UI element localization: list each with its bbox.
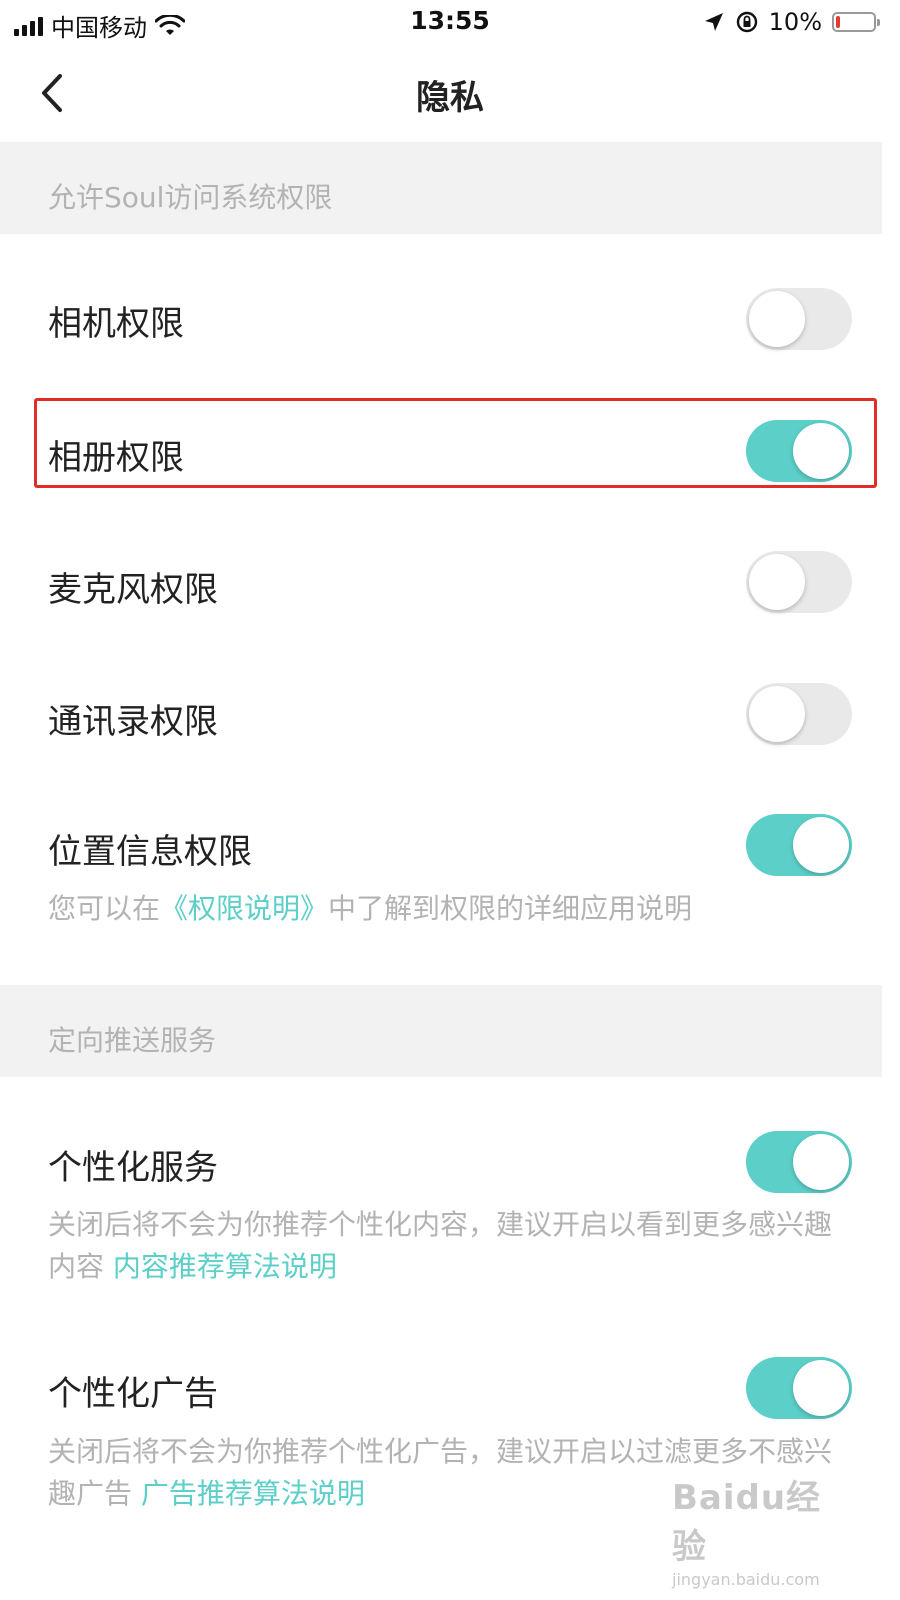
status-bar: 中国移动 13:55 10% <box>0 0 900 46</box>
status-right: 10% <box>703 8 880 36</box>
contacts-permission-toggle[interactable] <box>746 683 852 745</box>
camera-permission-row: 相机权限 <box>0 266 882 372</box>
personalized-service-desc: 关闭后将不会为你推荐个性化内容，建议开启以看到更多感兴趣内容 内容推荐算法说明 <box>48 1204 848 1288</box>
personalized-ads-toggle[interactable] <box>746 1357 852 1419</box>
microphone-permission-toggle[interactable] <box>746 551 852 613</box>
battery-icon <box>832 12 880 32</box>
section-header-label: 允许Soul访问系统权限 <box>48 181 333 214</box>
toggle-knob <box>793 1134 849 1190</box>
rotation-lock-icon <box>736 11 757 33</box>
contacts-permission-row: 通讯录权限 <box>0 662 882 768</box>
row-label: 麦克风权限 <box>48 570 218 610</box>
album-permission-toggle[interactable] <box>746 420 852 482</box>
row-label: 个性化广告 <box>48 1374 218 1414</box>
page-title: 隐私 <box>416 78 484 118</box>
ad-algorithm-link[interactable]: 广告推荐算法说明 <box>141 1477 365 1510</box>
row-label: 相册权限 <box>48 438 184 478</box>
toggle-knob <box>793 423 849 479</box>
row-label: 相机权限 <box>48 304 184 344</box>
album-permission-row: 相册权限 <box>0 398 882 504</box>
watermark: Baidu经验 jingyan.baidu.com <box>672 1470 852 1589</box>
toggle-knob <box>749 554 805 610</box>
watermark-sub: jingyan.baidu.com <box>672 1570 820 1589</box>
toggle-knob <box>749 291 805 347</box>
nav-bar: 隐私 <box>0 46 900 142</box>
personalized-ads-row: 个性化广告 <box>0 1336 882 1442</box>
permission-explanation-link[interactable]: 《权限说明》 <box>160 892 328 925</box>
location-arrow-icon <box>704 13 723 31</box>
watermark-main: Baidu经验 <box>672 1478 822 1567</box>
section-header-targeted-push: 定向推送服务 <box>0 985 882 1077</box>
camera-permission-toggle[interactable] <box>746 288 852 350</box>
personalized-service-row: 个性化服务 <box>0 1110 882 1216</box>
battery-percent: 10% <box>768 8 822 36</box>
location-permission-row: 位置信息权限 <box>0 792 882 898</box>
permission-note-suffix: 中了解到权限的详细应用说明 <box>328 892 693 925</box>
microphone-permission-row: 麦克风权限 <box>0 530 882 636</box>
section-header-label: 定向推送服务 <box>48 1024 217 1057</box>
row-label: 个性化服务 <box>48 1148 218 1188</box>
permission-note-prefix: 您可以在 <box>48 892 161 925</box>
section-header-system-permissions: 允许Soul访问系统权限 <box>0 142 882 234</box>
row-label: 位置信息权限 <box>48 832 252 872</box>
location-permission-toggle[interactable] <box>746 814 852 876</box>
toggle-knob <box>749 686 805 742</box>
row-label: 通讯录权限 <box>48 702 218 742</box>
toggle-knob <box>793 817 849 873</box>
personalized-service-toggle[interactable] <box>746 1131 852 1193</box>
toggle-knob <box>793 1360 849 1416</box>
content-algorithm-link[interactable]: 内容推荐算法说明 <box>113 1250 337 1283</box>
permission-note: 您可以在《权限说明》中了解到权限的详细应用说明 <box>48 888 848 930</box>
